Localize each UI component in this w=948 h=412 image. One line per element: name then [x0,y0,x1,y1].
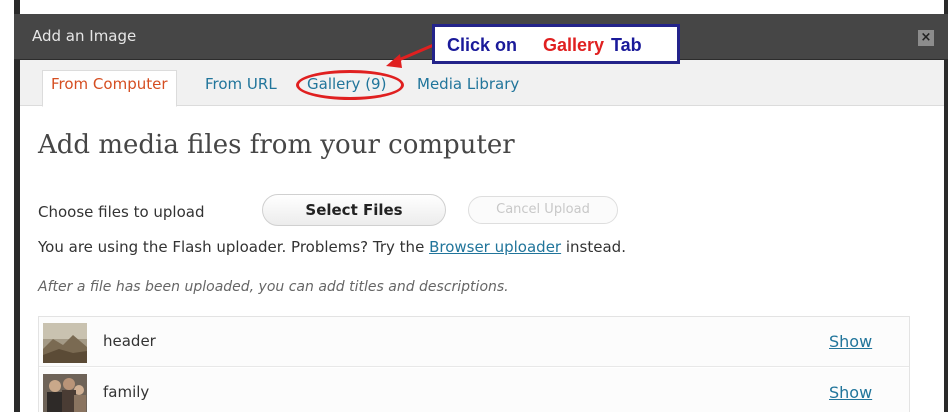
landscape-photo-thumbnail-icon [43,323,87,363]
callout-text-gallery: Gallery [543,35,605,55]
tab-gallery[interactable]: Gallery (9) [307,72,386,106]
media-item-name: family [103,383,150,401]
upload-panel: Add media files from your computer Choos… [20,107,944,412]
select-files-button[interactable]: Select Files [262,194,446,226]
flash-notice-suffix: instead. [561,238,626,256]
media-item-list: header Show family Show [38,316,910,412]
upload-help-note: After a file has been uploaded, you can … [38,279,509,295]
annotation-callout: Click on Gallery Tab [432,24,680,64]
browser-uploader-link[interactable]: Browser uploader [429,238,561,256]
show-link[interactable]: Show [829,383,872,402]
page-title: Add media files from your computer [38,130,515,160]
tab-media-library[interactable]: Media Library [417,72,519,106]
dialog-title: Add an Image [32,27,137,45]
close-icon[interactable]: × [918,30,934,46]
media-item-family: family Show [39,368,909,412]
tab-from-computer[interactable]: From Computer [42,70,177,107]
media-item-name: header [103,332,156,350]
callout-text-part3: Tab [611,35,642,55]
family-photo-thumbnail-icon [43,374,87,412]
show-link[interactable]: Show [829,332,872,351]
cancel-upload-button[interactable]: Cancel Upload [468,196,618,224]
tab-strip: From Computer From URL Gallery (9) Media… [20,60,944,107]
callout-text-part1: Click on [447,35,518,55]
media-item-header: header Show [39,317,909,367]
dialog-border-right [944,0,948,412]
choose-files-label: Choose files to upload [38,203,205,221]
tab-from-url[interactable]: From URL [205,72,277,106]
flash-notice-text: You are using the Flash uploader. Proble… [38,238,430,256]
flash-uploader-notice: You are using the Flash uploader. Proble… [38,238,626,256]
